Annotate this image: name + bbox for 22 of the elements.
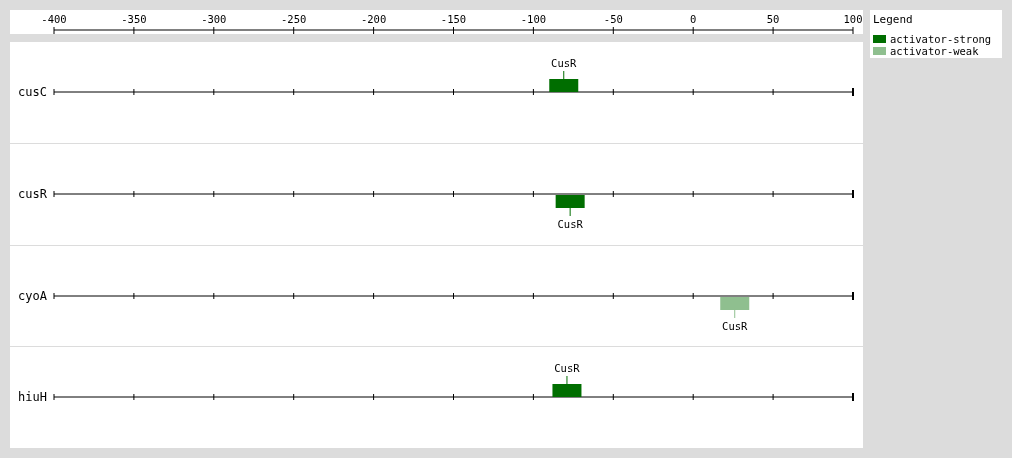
axis-tick-label: 0 bbox=[690, 13, 697, 25]
axis-tick-label: -150 bbox=[440, 13, 467, 25]
site-label: CusR bbox=[551, 57, 577, 69]
axis-tick-label: 100 bbox=[843, 13, 863, 25]
axis-tick-label: -400 bbox=[41, 13, 67, 25]
site-label: CusR bbox=[722, 319, 748, 332]
site-label: CusR bbox=[554, 362, 580, 375]
axis-tick-label: -50 bbox=[603, 13, 623, 25]
axis-tick-label: 50 bbox=[766, 13, 780, 25]
axis-tick-label: -200 bbox=[360, 13, 387, 25]
gene-label: cusC bbox=[18, 84, 47, 100]
axis-tick-label: -250 bbox=[281, 13, 307, 25]
legend-label: activator-strong bbox=[890, 33, 992, 45]
axis-tick-label: -100 bbox=[520, 13, 547, 25]
legend-label: activator-weak bbox=[890, 45, 979, 57]
site-label: CusR bbox=[557, 217, 583, 230]
gene-label: cusR bbox=[18, 185, 47, 202]
gene-label: hiuH bbox=[18, 389, 47, 406]
gene-label: cyoA bbox=[18, 287, 47, 304]
axis-tick-label: -350 bbox=[121, 13, 147, 25]
axis-tick-label: -300 bbox=[201, 13, 227, 25]
legend-title: Legend bbox=[873, 13, 914, 27]
